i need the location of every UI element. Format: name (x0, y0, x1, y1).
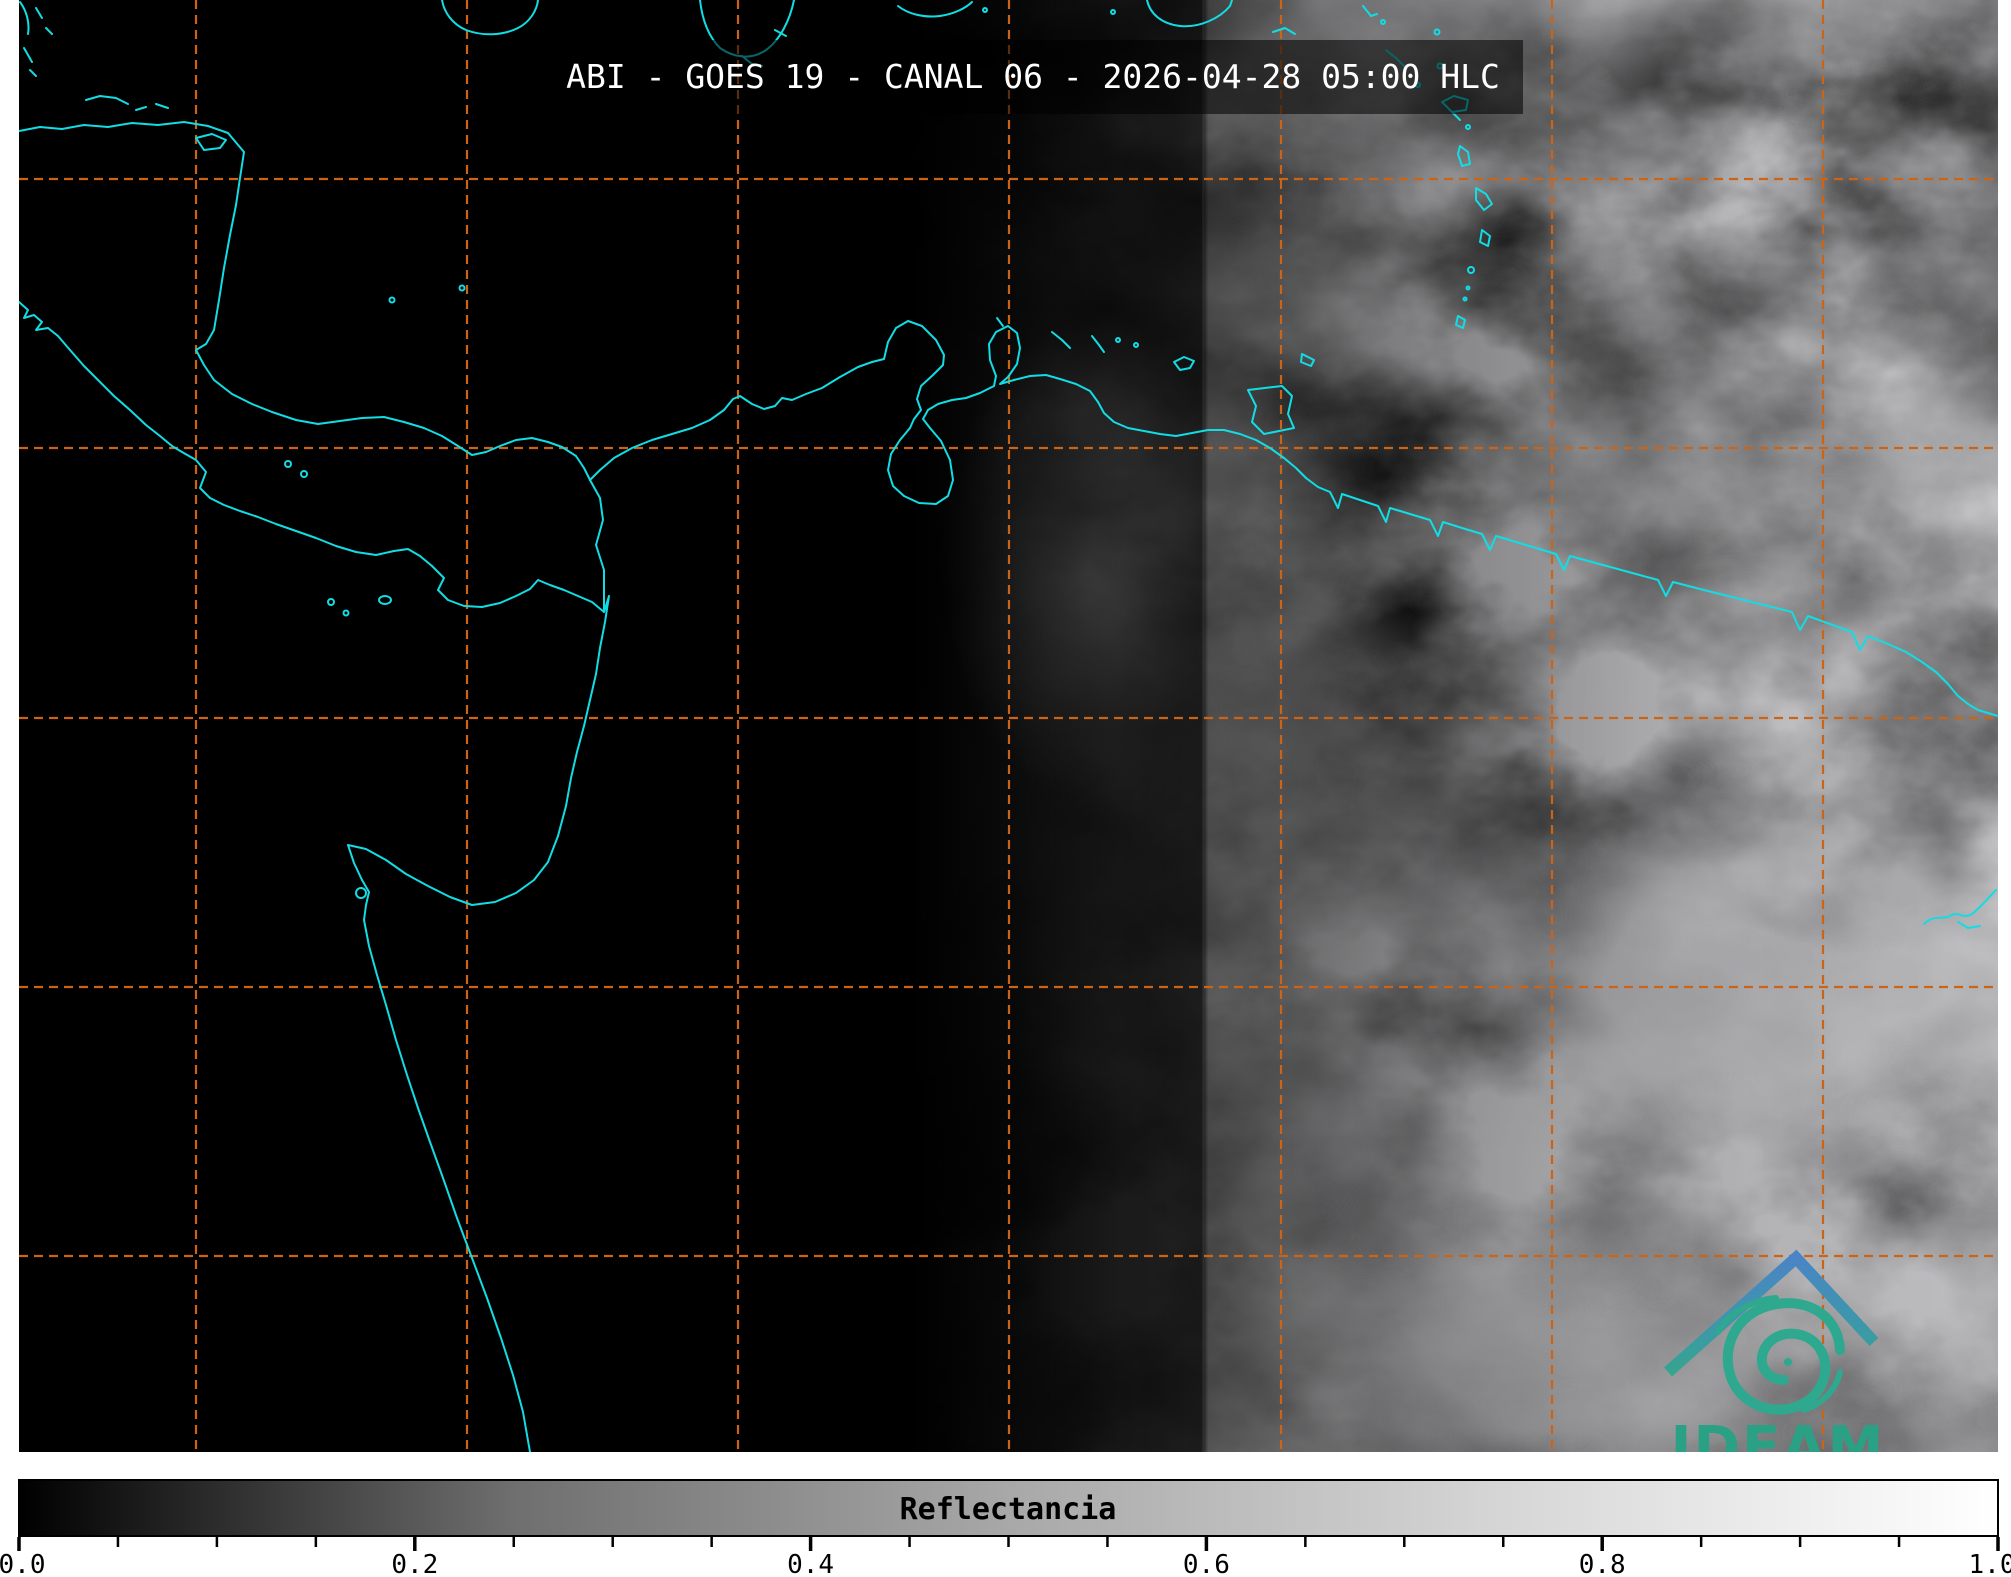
colorbar-tick-label: 0.0 (0, 1550, 45, 1577)
colorbar-tick-labels: 0.0 0.2 0.4 0.6 0.8 1.0 (0, 1550, 2011, 1577)
colorbar: Reflectancia 0.0 0.2 0.4 0.6 0.8 1.0 (0, 1479, 2011, 1577)
colorbar-tick-label: 0.8 (1579, 1550, 1626, 1577)
satellite-viewer: ABI - GOES 19 - CANAL 06 - 2026-04-28 05… (0, 0, 2011, 1577)
colorbar-tick-label: 1.0 (1969, 1550, 2011, 1577)
colorbar-tick-label: 0.4 (787, 1550, 834, 1577)
map-area: ABI - GOES 19 - CANAL 06 - 2026-04-28 05… (19, 0, 1998, 1480)
colorbar-tick-label: 0.6 (1183, 1550, 1230, 1577)
colorbar-tick-label: 0.2 (391, 1550, 438, 1577)
image-title: ABI - GOES 19 - CANAL 06 - 2026-04-28 05… (566, 57, 1500, 96)
colorbar-ticks (17, 1537, 2000, 1551)
terminator-seam (1202, 0, 1204, 1452)
satellite-image-canvas: ABI - GOES 19 - CANAL 06 - 2026-04-28 05… (0, 0, 2011, 1577)
colorbar-label: Reflectancia (900, 1492, 1117, 1527)
ideam-logo-text: IDEAM (1671, 1415, 1886, 1480)
